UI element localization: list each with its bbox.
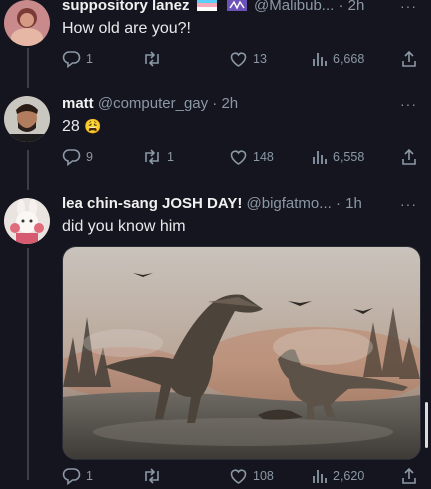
more-horizontal-icon[interactable]: ··· xyxy=(400,196,417,212)
tweet-text: 28 😩 xyxy=(62,118,102,136)
like-count: 108 xyxy=(253,469,274,483)
action-bar: 9 1 148 6,558 xyxy=(62,148,418,170)
tweet-text: did you know him xyxy=(62,218,186,235)
share-icon xyxy=(400,50,418,68)
heart-icon xyxy=(229,50,248,68)
views-icon xyxy=(312,467,328,485)
tweet-text: How old are you?! xyxy=(62,20,191,37)
action-bar: 1 13 6,668 xyxy=(62,50,418,72)
reply-count: 1 xyxy=(86,52,93,66)
weary-face-emoji: 😩 xyxy=(84,118,102,134)
share-button[interactable] xyxy=(400,50,418,68)
view-count: 6,668 xyxy=(333,52,365,66)
display-name[interactable]: matt xyxy=(62,95,94,112)
like-button[interactable]: 148 xyxy=(229,148,274,166)
reply-icon xyxy=(62,467,81,485)
user-handle[interactable]: @computer_gay xyxy=(98,95,208,112)
views-button[interactable]: 6,558 xyxy=(312,148,364,166)
avatar[interactable] xyxy=(4,96,50,142)
user-handle[interactable]: @Malibub... xyxy=(254,0,334,14)
tweet-header: lea chin-sang JOSH DAY! @bigfatmo... · 1… xyxy=(62,195,362,212)
flag-icon xyxy=(196,0,217,15)
views-icon xyxy=(312,148,328,166)
view-count: 6,558 xyxy=(333,150,365,164)
tweet-image[interactable] xyxy=(62,246,421,460)
reply-count: 1 xyxy=(86,469,93,483)
views-button[interactable]: 6,668 xyxy=(312,50,364,68)
share-icon xyxy=(400,148,418,166)
display-name[interactable]: lea chin-sang JOSH DAY! xyxy=(62,195,242,212)
views-icon xyxy=(312,50,328,68)
scrollbar-thumb[interactable] xyxy=(425,402,428,448)
retweet-button[interactable] xyxy=(142,50,167,68)
heart-icon xyxy=(229,467,248,485)
timestamp[interactable]: · 2h xyxy=(338,0,364,14)
reply-count: 9 xyxy=(86,150,93,164)
reply-icon xyxy=(62,50,81,68)
tweet-1[interactable]: suppository lanez @Malibub... · 2h ··· H… xyxy=(0,0,431,88)
reply-button[interactable]: 1 xyxy=(62,50,93,68)
retweet-icon xyxy=(142,148,162,166)
more-horizontal-icon[interactable]: ··· xyxy=(400,96,417,112)
retweet-button[interactable] xyxy=(142,467,167,485)
user-handle[interactable]: @bigfatmo... xyxy=(247,195,332,212)
like-button[interactable]: 13 xyxy=(229,50,267,68)
reply-button[interactable]: 1 xyxy=(62,467,93,485)
flag-icon xyxy=(226,0,247,15)
timestamp[interactable]: · 1h xyxy=(336,195,362,212)
tweet-text-content: 28 xyxy=(62,118,80,135)
view-count: 2,620 xyxy=(333,469,365,483)
like-button[interactable]: 108 xyxy=(229,467,274,485)
action-bar: 1 108 2,620 xyxy=(62,467,418,489)
avatar[interactable] xyxy=(4,0,50,46)
timestamp[interactable]: · 2h xyxy=(212,95,238,112)
retweet-button[interactable]: 1 xyxy=(142,148,174,166)
retweet-icon xyxy=(142,50,162,68)
share-button[interactable] xyxy=(400,467,418,485)
tweet-header: suppository lanez @Malibub... · 2h xyxy=(62,0,364,15)
tweet-2[interactable]: matt @computer_gay · 2h ··· 28 😩 9 1 148… xyxy=(0,88,431,192)
more-horizontal-icon[interactable]: ··· xyxy=(400,0,417,14)
retweet-count: 1 xyxy=(167,150,174,164)
retweet-icon xyxy=(142,467,162,485)
display-name[interactable]: suppository lanez xyxy=(62,0,190,14)
avatar[interactable] xyxy=(4,198,50,244)
views-button[interactable]: 2,620 xyxy=(312,467,364,485)
reply-icon xyxy=(62,148,81,166)
tweet-3[interactable]: lea chin-sang JOSH DAY! @bigfatmo... · 1… xyxy=(0,192,431,485)
reply-button[interactable]: 9 xyxy=(62,148,93,166)
share-button[interactable] xyxy=(400,148,418,166)
like-count: 148 xyxy=(253,150,274,164)
tweet-header: matt @computer_gay · 2h xyxy=(62,95,238,112)
share-icon xyxy=(400,467,418,485)
heart-icon xyxy=(229,148,248,166)
like-count: 13 xyxy=(253,52,267,66)
